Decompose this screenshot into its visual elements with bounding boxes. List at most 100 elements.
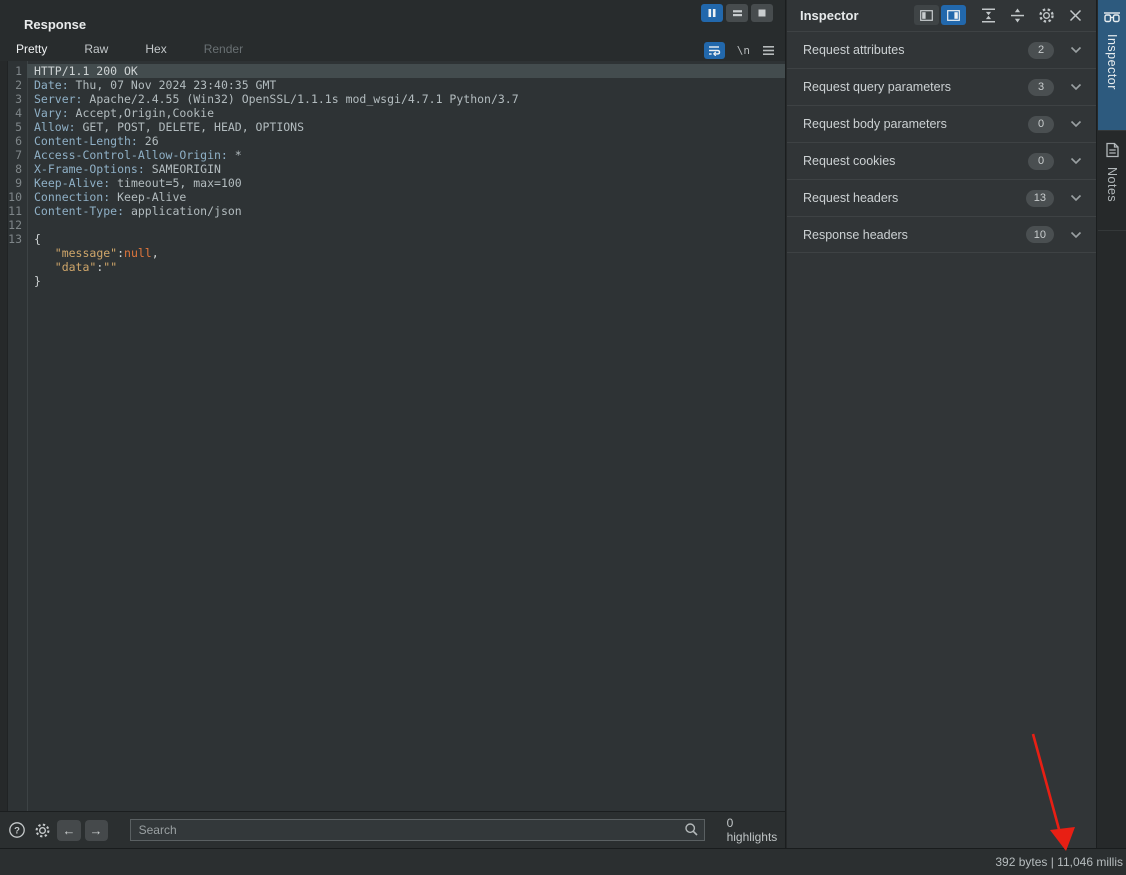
line-content: Content-Type: application/json (27, 204, 785, 218)
newline-toggle[interactable]: \n (737, 44, 750, 57)
word-wrap-icon (708, 45, 721, 56)
horizontal-lines-icon (732, 8, 743, 18)
side-tab-notes[interactable]: Notes (1098, 131, 1126, 231)
response-metrics: 392 bytes | 11,046 millis (995, 855, 1126, 869)
search-next-button[interactable]: → (85, 820, 108, 841)
section-request-cookies[interactable]: Request cookies 0 (787, 142, 1096, 179)
status-bar: 392 bytes | 11,046 millis (0, 848, 1126, 875)
inspector-title: Inspector (800, 8, 859, 23)
inspector-panel: Inspector (787, 0, 1097, 848)
search-settings-button[interactable] (32, 820, 52, 841)
search-input[interactable] (130, 819, 705, 841)
count-badge: 2 (1028, 42, 1054, 59)
word-wrap-button[interactable] (704, 42, 725, 59)
expand-all-button[interactable] (1006, 4, 1028, 26)
pause-button[interactable] (701, 4, 723, 22)
section-label: Request headers (803, 191, 1026, 205)
burp-response-window: Response P (0, 0, 1126, 875)
layout-left-icon (920, 10, 933, 21)
code-line[interactable]: 12 (8, 218, 785, 232)
layout-right-button[interactable] (941, 5, 966, 25)
line-number (8, 260, 27, 274)
tab-raw[interactable]: Raw (80, 40, 112, 61)
code-line[interactable]: 9Keep-Alive: timeout=5, max=100 (8, 176, 785, 190)
chevron-down-icon (1070, 83, 1082, 91)
section-label: Request attributes (803, 43, 1028, 57)
line-number: 5 (8, 120, 27, 134)
section-request-headers[interactable]: Request headers 13 (787, 179, 1096, 216)
line-number: 9 (8, 176, 27, 190)
side-tab-label: Inspector (1105, 34, 1119, 90)
code-line[interactable]: 13{ (8, 232, 785, 246)
line-number: 12 (8, 218, 27, 232)
inspector-header-icons (914, 4, 1086, 26)
line-content: X-Frame-Options: SAMEORIGIN (27, 162, 785, 176)
code-line[interactable]: 3Server: Apache/2.4.55 (Win32) OpenSSL/1… (8, 92, 785, 106)
side-tab-inspector[interactable]: Inspector (1098, 0, 1126, 131)
search-icon[interactable] (684, 822, 699, 837)
count-badge: 0 (1028, 153, 1054, 170)
chevron-down-icon (1070, 120, 1082, 128)
stream-control-group (701, 4, 773, 22)
line-content: Content-Length: 26 (27, 134, 785, 148)
lines-view-button[interactable] (726, 4, 748, 22)
side-tab-strip: Inspector Notes (1098, 0, 1126, 848)
code-line[interactable]: } (8, 274, 785, 288)
expand-all-icon (1009, 7, 1026, 24)
line-number (8, 246, 27, 260)
line-number: 6 (8, 134, 27, 148)
line-number: 2 (8, 78, 27, 92)
section-label: Request query parameters (803, 80, 1028, 94)
stop-button[interactable] (751, 4, 773, 22)
search-field-wrap (130, 819, 705, 841)
code-line[interactable]: 6Content-Length: 26 (8, 134, 785, 148)
highlights-count: 0 highlights (727, 816, 785, 844)
tab-render[interactable]: Render (200, 40, 247, 61)
help-button[interactable]: ? (7, 820, 27, 841)
code-line[interactable]: 4Vary: Accept,Origin,Cookie (8, 106, 785, 120)
section-request-body-parameters[interactable]: Request body parameters 0 (787, 105, 1096, 142)
code-line[interactable]: "message":null, (8, 246, 785, 260)
line-number: 4 (8, 106, 27, 120)
editor-menu-icon[interactable] (762, 45, 775, 56)
count-badge: 0 (1028, 116, 1054, 133)
search-prev-button[interactable]: ← (57, 820, 80, 841)
code-line[interactable]: 5Allow: GET, POST, DELETE, HEAD, OPTIONS (8, 120, 785, 134)
tab-hex[interactable]: Hex (141, 40, 170, 61)
collapse-all-button[interactable] (977, 4, 999, 26)
line-content (27, 218, 785, 232)
editor-options: \n (704, 40, 775, 60)
inspector-settings-button[interactable] (1035, 4, 1057, 26)
layout-right-icon (947, 10, 960, 21)
line-number: 13 (8, 232, 27, 246)
line-number: 10 (8, 190, 27, 204)
inspector-close-button[interactable] (1064, 4, 1086, 26)
code-line[interactable]: 2Date: Thu, 07 Nov 2024 23:40:35 GMT (8, 78, 785, 92)
response-editor[interactable]: 1HTTP/1.1 200 OK2Date: Thu, 07 Nov 2024 … (0, 61, 785, 811)
close-icon (1068, 8, 1083, 23)
line-content: Access-Control-Allow-Origin: * (27, 148, 785, 162)
section-response-headers[interactable]: Response headers 10 (787, 216, 1096, 253)
response-tab-bar: Pretty Raw Hex Render \n (0, 40, 785, 61)
section-request-attributes[interactable]: Request attributes 2 (787, 31, 1096, 68)
section-label: Request cookies (803, 154, 1028, 168)
code-line[interactable]: 8X-Frame-Options: SAMEORIGIN (8, 162, 785, 176)
chevron-down-icon (1070, 46, 1082, 54)
line-content: Connection: Keep-Alive (27, 190, 785, 204)
response-panel-header: Response (0, 0, 785, 40)
inspector-glasses-icon (1103, 11, 1121, 25)
line-number: 7 (8, 148, 27, 162)
code-line[interactable]: 1HTTP/1.1 200 OK (8, 64, 785, 78)
code-line[interactable]: 10Connection: Keep-Alive (8, 190, 785, 204)
notes-document-icon (1105, 142, 1120, 158)
line-content: HTTP/1.1 200 OK (27, 64, 785, 78)
collapse-all-icon (980, 7, 997, 24)
code-line[interactable]: "data":"" (8, 260, 785, 274)
section-label: Response headers (803, 228, 1026, 242)
layout-left-button[interactable] (914, 5, 939, 25)
inspector-header: Inspector (787, 0, 1096, 31)
side-tab-label: Notes (1105, 167, 1119, 202)
section-request-query-parameters[interactable]: Request query parameters 3 (787, 68, 1096, 105)
code-line[interactable]: 7Access-Control-Allow-Origin: * (8, 148, 785, 162)
code-line[interactable]: 11Content-Type: application/json (8, 204, 785, 218)
